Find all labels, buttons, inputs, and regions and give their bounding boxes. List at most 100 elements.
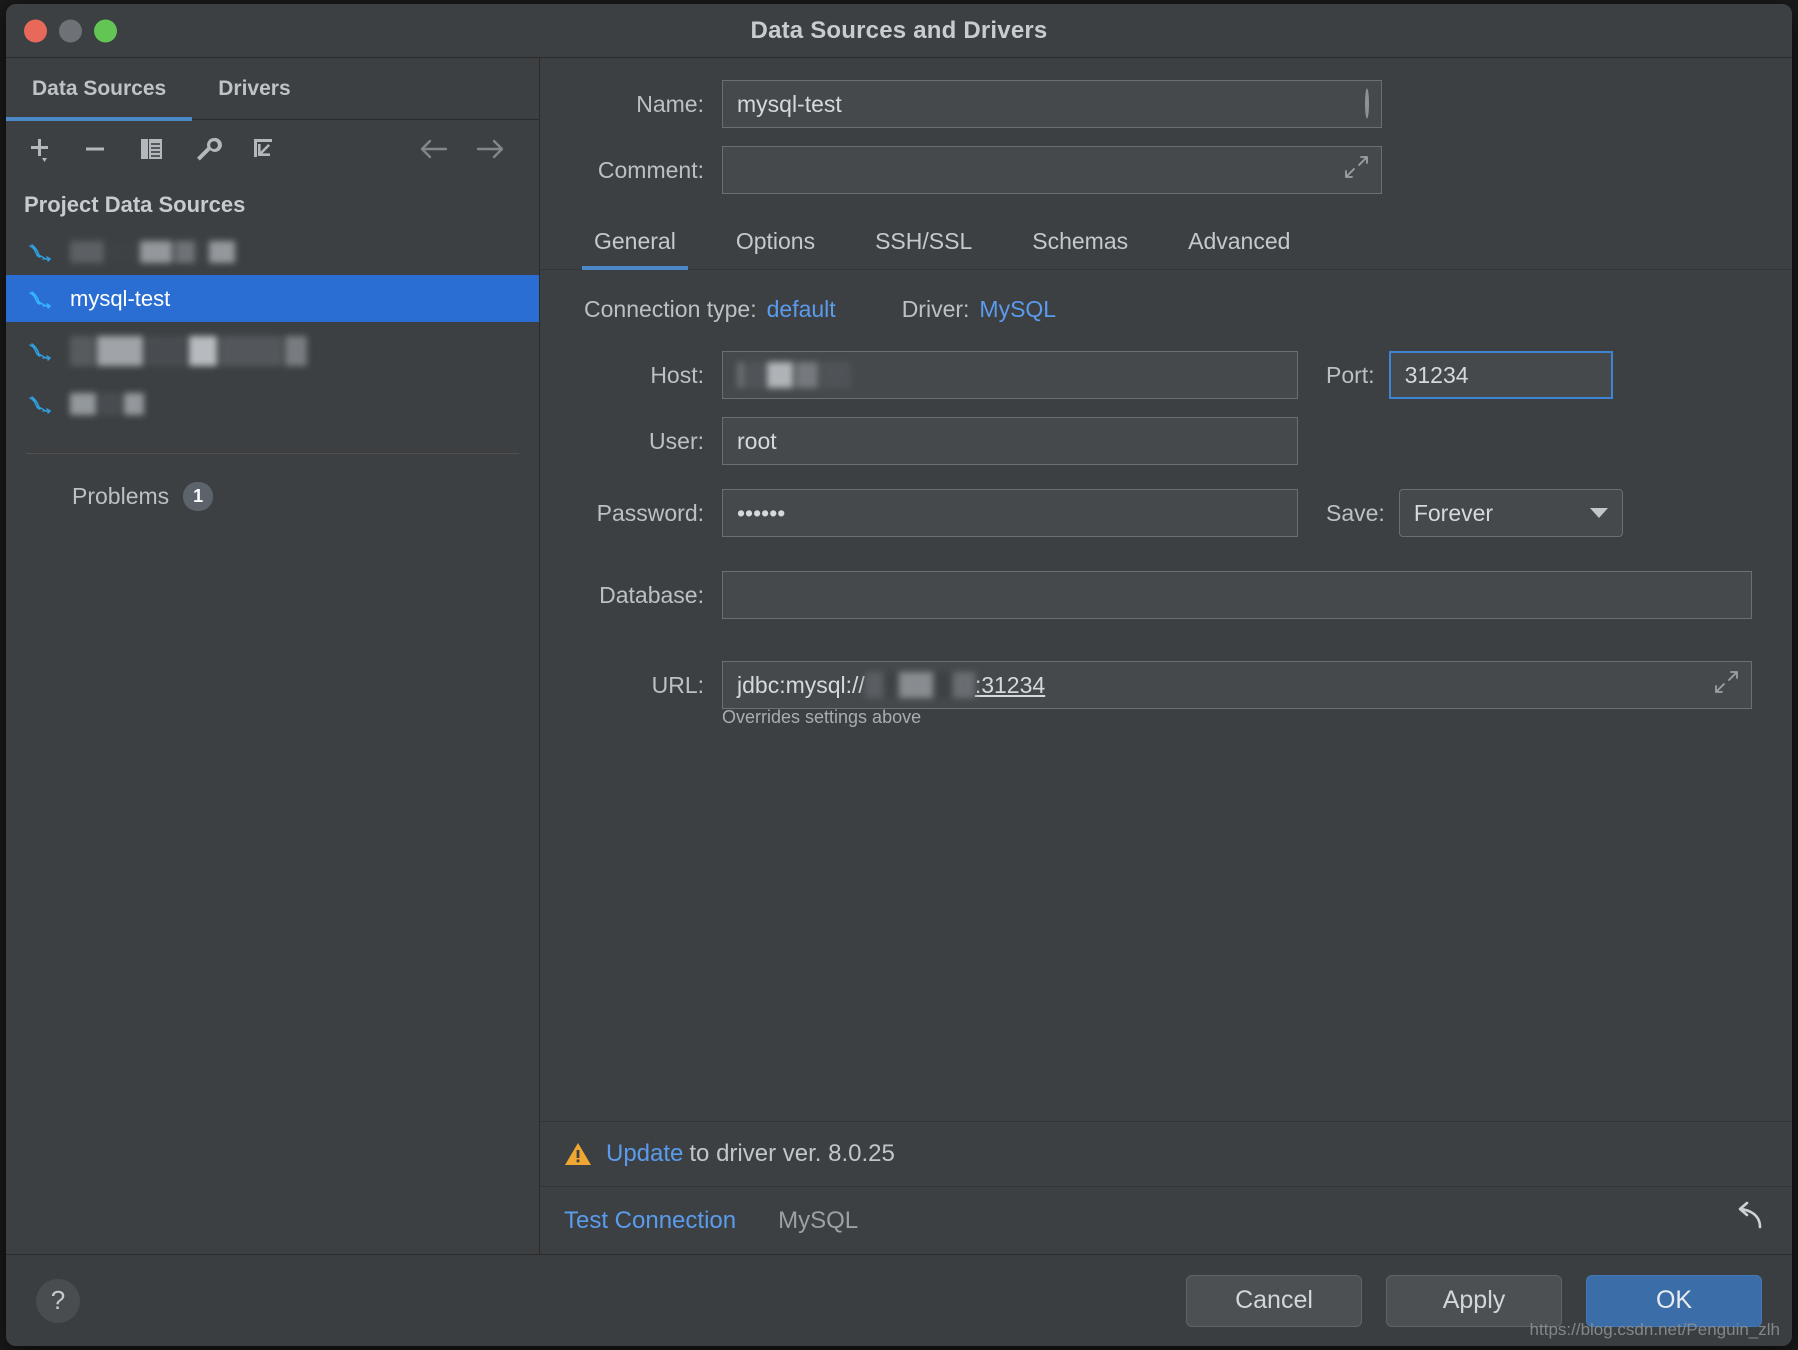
port-input[interactable]: 31234 bbox=[1389, 351, 1613, 399]
dialog-body: Data Sources Drivers bbox=[6, 58, 1792, 1254]
chevron-down-icon bbox=[1590, 508, 1608, 518]
database-row: Database: bbox=[564, 571, 1752, 619]
save-select[interactable]: Forever bbox=[1399, 489, 1623, 537]
window-title: Data Sources and Drivers bbox=[6, 17, 1792, 45]
problems-count-badge: 1 bbox=[183, 482, 213, 511]
host-label: Host: bbox=[564, 362, 722, 389]
list-item[interactable] bbox=[6, 380, 539, 427]
driver-update-notice: Update to driver ver. 8.0.25 bbox=[540, 1121, 1792, 1186]
user-label: User: bbox=[564, 428, 722, 455]
dialog-footer: ? Cancel Apply OK https://blog.csdn.net/… bbox=[6, 1254, 1792, 1346]
footer-buttons: Cancel Apply OK bbox=[1186, 1275, 1762, 1327]
name-value: mysql-test bbox=[737, 91, 842, 118]
update-driver-link[interactable]: Update bbox=[606, 1140, 683, 1168]
list-item[interactable] bbox=[6, 228, 539, 275]
title-bar: Data Sources and Drivers bbox=[6, 4, 1792, 58]
tab-advanced[interactable]: Advanced bbox=[1158, 218, 1320, 269]
tab-options[interactable]: Options bbox=[706, 218, 845, 269]
comment-row: Comment: bbox=[564, 146, 1752, 194]
identity-form: Name: mysql-test Comment: bbox=[540, 58, 1792, 212]
list-item-label: mysql-test bbox=[70, 286, 170, 312]
problems-row[interactable]: Problems 1 bbox=[6, 454, 539, 511]
watermark: https://blog.csdn.net/Penguin_zlh bbox=[1530, 1320, 1780, 1340]
list-item[interactable] bbox=[6, 322, 539, 380]
tab-data-sources[interactable]: Data Sources bbox=[6, 58, 192, 120]
expand-editor-icon[interactable] bbox=[1343, 154, 1369, 186]
sidebar: Data Sources Drivers bbox=[6, 58, 540, 1254]
test-connection-link[interactable]: Test Connection bbox=[564, 1207, 736, 1235]
url-host-redacted bbox=[865, 672, 975, 698]
name-row: Name: mysql-test bbox=[564, 80, 1752, 128]
url-port: :31234 bbox=[975, 672, 1045, 699]
tab-drivers[interactable]: Drivers bbox=[192, 58, 316, 120]
name-label: Name: bbox=[564, 91, 722, 118]
data-sources-dialog: Data Sources and Drivers Data Sources Dr… bbox=[6, 4, 1792, 1346]
cancel-button[interactable]: Cancel bbox=[1186, 1275, 1362, 1327]
url-row: URL: jdbc:mysql:// :31234 bbox=[564, 661, 1752, 709]
name-input[interactable]: mysql-test bbox=[722, 80, 1382, 128]
main-panel: Name: mysql-test Comment: bbox=[540, 58, 1792, 1254]
connection-meta-row: Connection type: default Driver: MySQL bbox=[564, 296, 1752, 323]
back-arrow-icon[interactable] bbox=[417, 132, 451, 166]
wrench-icon[interactable] bbox=[190, 132, 224, 166]
port-value: 31234 bbox=[1405, 362, 1469, 389]
mysql-dolphin-icon bbox=[26, 389, 56, 419]
sidebar-tabs: Data Sources Drivers bbox=[6, 58, 539, 120]
host-input[interactable] bbox=[722, 351, 1298, 399]
password-row: Password: •••••• Save: Forever bbox=[564, 489, 1752, 537]
mysql-dolphin-icon bbox=[26, 336, 56, 366]
tab-schemas[interactable]: Schemas bbox=[1002, 218, 1158, 269]
url-input[interactable]: jdbc:mysql:// :31234 bbox=[722, 661, 1752, 709]
save-value: Forever bbox=[1414, 500, 1493, 527]
data-source-list: mysql-test bbox=[6, 228, 539, 427]
mysql-dolphin-icon bbox=[26, 237, 56, 267]
ok-button[interactable]: OK bbox=[1586, 1275, 1762, 1327]
url-label: URL: bbox=[564, 672, 722, 699]
add-icon[interactable] bbox=[22, 132, 56, 166]
connection-type-value[interactable]: default bbox=[767, 296, 836, 323]
password-input[interactable]: •••••• bbox=[722, 489, 1298, 537]
database-input[interactable] bbox=[722, 571, 1752, 619]
driver-label: Driver: bbox=[902, 296, 970, 323]
user-value: root bbox=[737, 428, 777, 455]
problems-label: Problems bbox=[72, 483, 169, 510]
list-item-label-redacted bbox=[70, 241, 235, 263]
project-data-sources-heading: Project Data Sources bbox=[6, 178, 539, 228]
tab-general[interactable]: General bbox=[564, 218, 706, 269]
status-bar: Test Connection MySQL bbox=[540, 1186, 1792, 1254]
user-input[interactable]: root bbox=[722, 417, 1298, 465]
tab-ssh-ssl[interactable]: SSH/SSL bbox=[845, 218, 1002, 269]
comment-input[interactable] bbox=[722, 146, 1382, 194]
url-value: jdbc:mysql:// :31234 bbox=[737, 672, 1045, 699]
list-item-mysql-test[interactable]: mysql-test bbox=[6, 275, 539, 322]
general-tab-content: Connection type: default Driver: MySQL H… bbox=[540, 270, 1792, 1121]
url-prefix: jdbc:mysql:// bbox=[737, 672, 865, 699]
duplicate-icon[interactable] bbox=[134, 132, 168, 166]
sidebar-toolbar bbox=[6, 120, 539, 178]
update-driver-text: to driver ver. 8.0.25 bbox=[689, 1140, 894, 1168]
comment-label: Comment: bbox=[564, 157, 722, 184]
color-swatch-icon[interactable] bbox=[1365, 91, 1369, 118]
import-icon[interactable] bbox=[246, 132, 280, 166]
help-icon[interactable]: ? bbox=[36, 1279, 80, 1323]
password-label: Password: bbox=[564, 500, 722, 527]
user-row: User: root bbox=[564, 417, 1752, 465]
warning-triangle-icon bbox=[564, 1141, 592, 1167]
mysql-dolphin-icon bbox=[26, 284, 56, 314]
list-item-label-redacted bbox=[70, 393, 144, 415]
apply-button[interactable]: Apply bbox=[1386, 1275, 1562, 1327]
remove-icon[interactable] bbox=[78, 132, 112, 166]
url-hint: Overrides settings above bbox=[564, 707, 1752, 728]
expand-url-icon[interactable] bbox=[1713, 669, 1739, 701]
list-item-label-redacted bbox=[70, 336, 307, 366]
connection-type-label: Connection type: bbox=[584, 296, 757, 323]
port-label: Port: bbox=[1298, 362, 1389, 389]
status-driver-name: MySQL bbox=[778, 1207, 858, 1235]
settings-tabs: General Options SSH/SSL Schemas Advanced bbox=[540, 218, 1792, 270]
host-value-redacted bbox=[737, 362, 851, 388]
driver-value[interactable]: MySQL bbox=[979, 296, 1056, 323]
revert-arrow-icon[interactable] bbox=[1734, 1201, 1768, 1240]
host-port-row: Host: Port: 31234 bbox=[564, 351, 1752, 399]
save-label: Save: bbox=[1298, 500, 1399, 527]
forward-arrow-icon[interactable] bbox=[473, 132, 507, 166]
